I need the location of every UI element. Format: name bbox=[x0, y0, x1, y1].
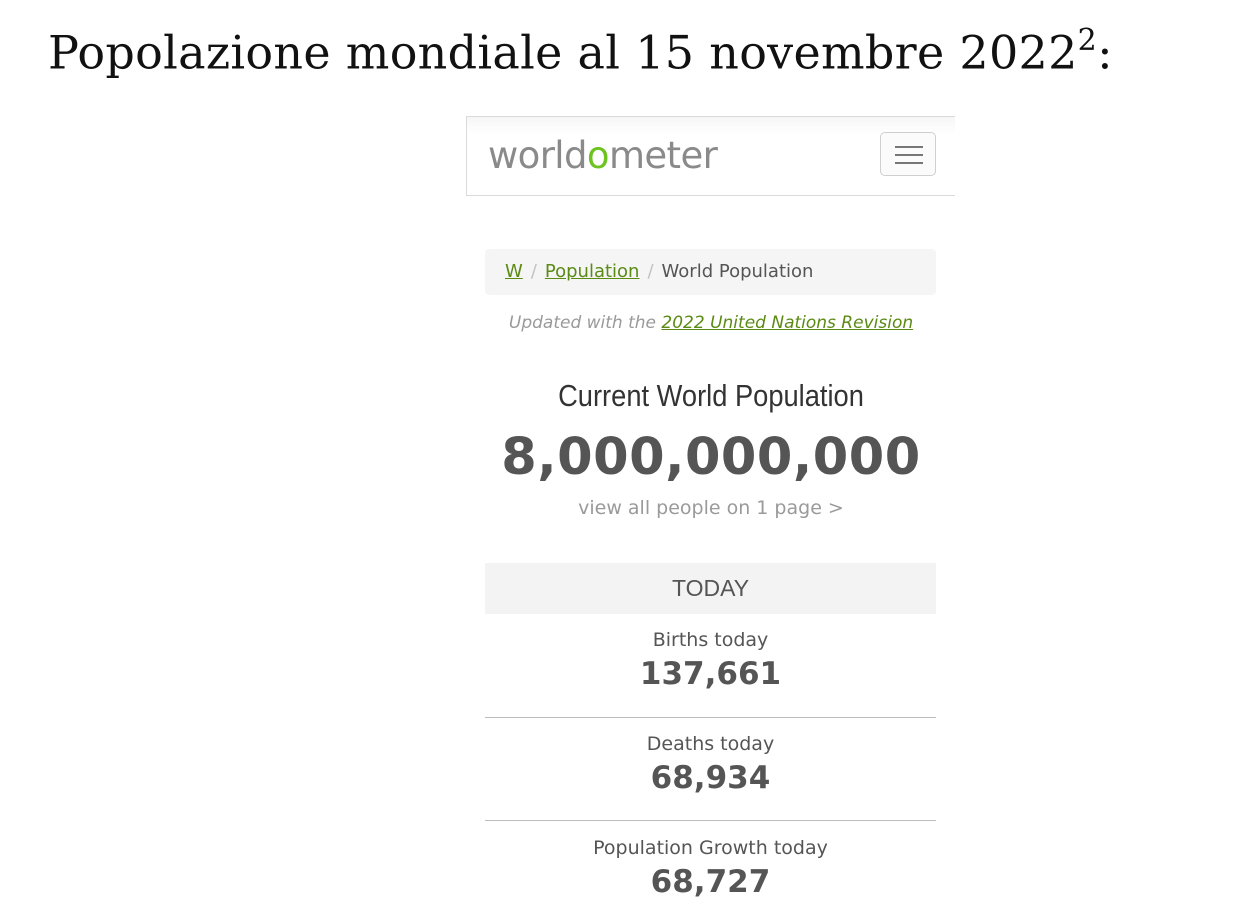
stat-value: 68,727 bbox=[650, 864, 771, 900]
worldometer-logo[interactable]: worldometer bbox=[488, 131, 718, 181]
stat-value: 137,661 bbox=[639, 656, 782, 692]
hamburger-menu-button[interactable] bbox=[880, 132, 936, 176]
breadcrumb-population-link[interactable]: Population bbox=[545, 261, 640, 282]
un-revision-link[interactable]: 2022 United Nations Revision bbox=[661, 313, 913, 333]
update-note: Updated with the 2022 United Nations Rev… bbox=[466, 313, 956, 333]
slide-title-text: Popolazione mondiale al 15 novembre 2022 bbox=[48, 25, 1078, 80]
breadcrumb-current: World Population bbox=[661, 261, 814, 282]
stat-label: Deaths today bbox=[646, 733, 775, 755]
stat-value: 68,934 bbox=[650, 760, 771, 796]
population-growth-today-stat: Population Growth today 68,727 bbox=[485, 835, 936, 903]
deaths-today-stat: Deaths today 68,934 bbox=[485, 731, 936, 799]
stat-divider bbox=[485, 820, 936, 821]
births-today-stat: Births today 137,661 bbox=[485, 627, 936, 695]
logo-part-meter: meter bbox=[608, 134, 718, 177]
current-population-heading: Current World Population bbox=[558, 378, 864, 413]
site-header: worldometer bbox=[466, 116, 955, 196]
logo-part-o: o bbox=[586, 134, 610, 177]
worldometer-screenshot: worldometer W / Population / World Populatio… bbox=[466, 116, 956, 922]
breadcrumb-separator: / bbox=[530, 261, 537, 282]
stat-label: Births today bbox=[652, 629, 769, 651]
view-all-people-link[interactable]: view all people on 1 page > bbox=[466, 497, 956, 519]
footnote-marker: 2 bbox=[1077, 23, 1098, 58]
stat-label: Population Growth today bbox=[593, 837, 828, 859]
hamburger-menu-icon-line bbox=[895, 154, 923, 156]
slide-title: Popolazione mondiale al 15 novembre 2022… bbox=[48, 14, 1113, 81]
breadcrumb: W / Population / World Population bbox=[485, 249, 936, 295]
stat-divider bbox=[485, 717, 936, 718]
hamburger-menu-icon bbox=[895, 146, 923, 148]
title-colon: : bbox=[1097, 25, 1113, 80]
today-section-header: TODAY bbox=[485, 563, 936, 614]
logo-part-world: world bbox=[488, 134, 587, 177]
update-note-text: Updated with the bbox=[508, 313, 662, 333]
breadcrumb-separator: / bbox=[647, 261, 654, 282]
hamburger-menu-icon-line bbox=[895, 162, 923, 164]
population-counter: 8,000,000,000 bbox=[501, 428, 921, 487]
breadcrumb-home-link[interactable]: W bbox=[505, 261, 523, 282]
